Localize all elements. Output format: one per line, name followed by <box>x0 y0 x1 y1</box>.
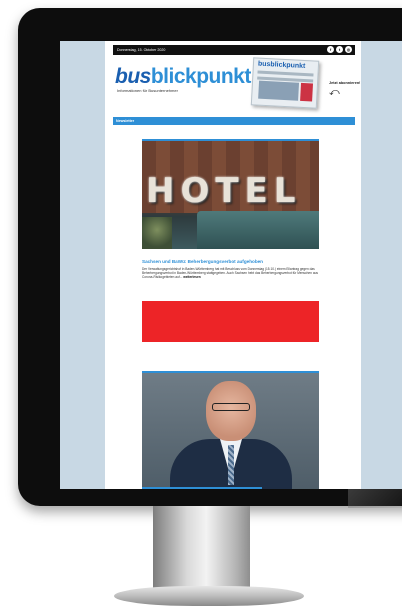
face <box>206 381 256 441</box>
monitor-stand-neck <box>153 506 250 588</box>
read-more-link[interactable]: weiterlesen <box>183 275 200 279</box>
magazine-image <box>258 80 300 101</box>
hotel-letters: HOTEL <box>146 171 302 211</box>
article-image-hotel[interactable]: HOTEL <box>142 139 319 249</box>
article-body: Der Verwaltungsgerichtshof in Baden-Würt… <box>142 267 319 280</box>
article-text: Der Verwaltungsgerichtshof in Baden-Würt… <box>142 267 318 280</box>
twitter-icon[interactable]: t <box>336 46 343 53</box>
next-headline-stub <box>142 487 262 489</box>
nav-label: Newsletter <box>116 119 135 123</box>
glasses <box>212 403 250 411</box>
screen: Donnerstag, 15. Oktober 2020 f t ◎ busbl… <box>60 41 402 489</box>
nav-bar: Newsletter <box>113 117 355 125</box>
magazine-line <box>257 70 314 77</box>
newsletter-page: Donnerstag, 15. Oktober 2020 f t ◎ busbl… <box>105 41 361 489</box>
article-title[interactable]: Sachsen und BaWü: Beherbergungsverbot au… <box>142 259 319 264</box>
top-bar: Donnerstag, 15. Oktober 2020 f t ◎ <box>113 45 355 55</box>
monitor: Donnerstag, 15. Oktober 2020 f t ◎ busbl… <box>18 8 402 508</box>
article-image-portrait[interactable] <box>142 371 319 489</box>
monitor-stand-base <box>114 586 304 606</box>
tie <box>228 445 234 485</box>
social-links: f t ◎ <box>327 46 352 53</box>
magazine-cover[interactable]: busblickpunkt <box>250 57 320 109</box>
magazine-title: busblickpunkt <box>257 60 306 71</box>
subscribe-link[interactable]: Jetzt abonnieren! <box>329 81 360 85</box>
logo-bus: bus <box>115 65 151 88</box>
plant <box>142 217 172 249</box>
logo-blickpunkt: blickpunkt <box>150 65 252 88</box>
date-line: Donnerstag, 15. Oktober 2020 <box>117 48 166 52</box>
sofa <box>197 211 319 249</box>
ad-banner[interactable] <box>142 301 319 342</box>
curved-arrow-icon: ⤺ <box>329 87 340 98</box>
logo[interactable]: busblickpunkt <box>115 65 252 88</box>
tagline: Informationen für Busunternehmer <box>117 88 178 93</box>
facebook-icon[interactable]: f <box>327 46 334 53</box>
magazine-image-red <box>300 82 314 102</box>
instagram-icon[interactable]: ◎ <box>345 46 352 53</box>
